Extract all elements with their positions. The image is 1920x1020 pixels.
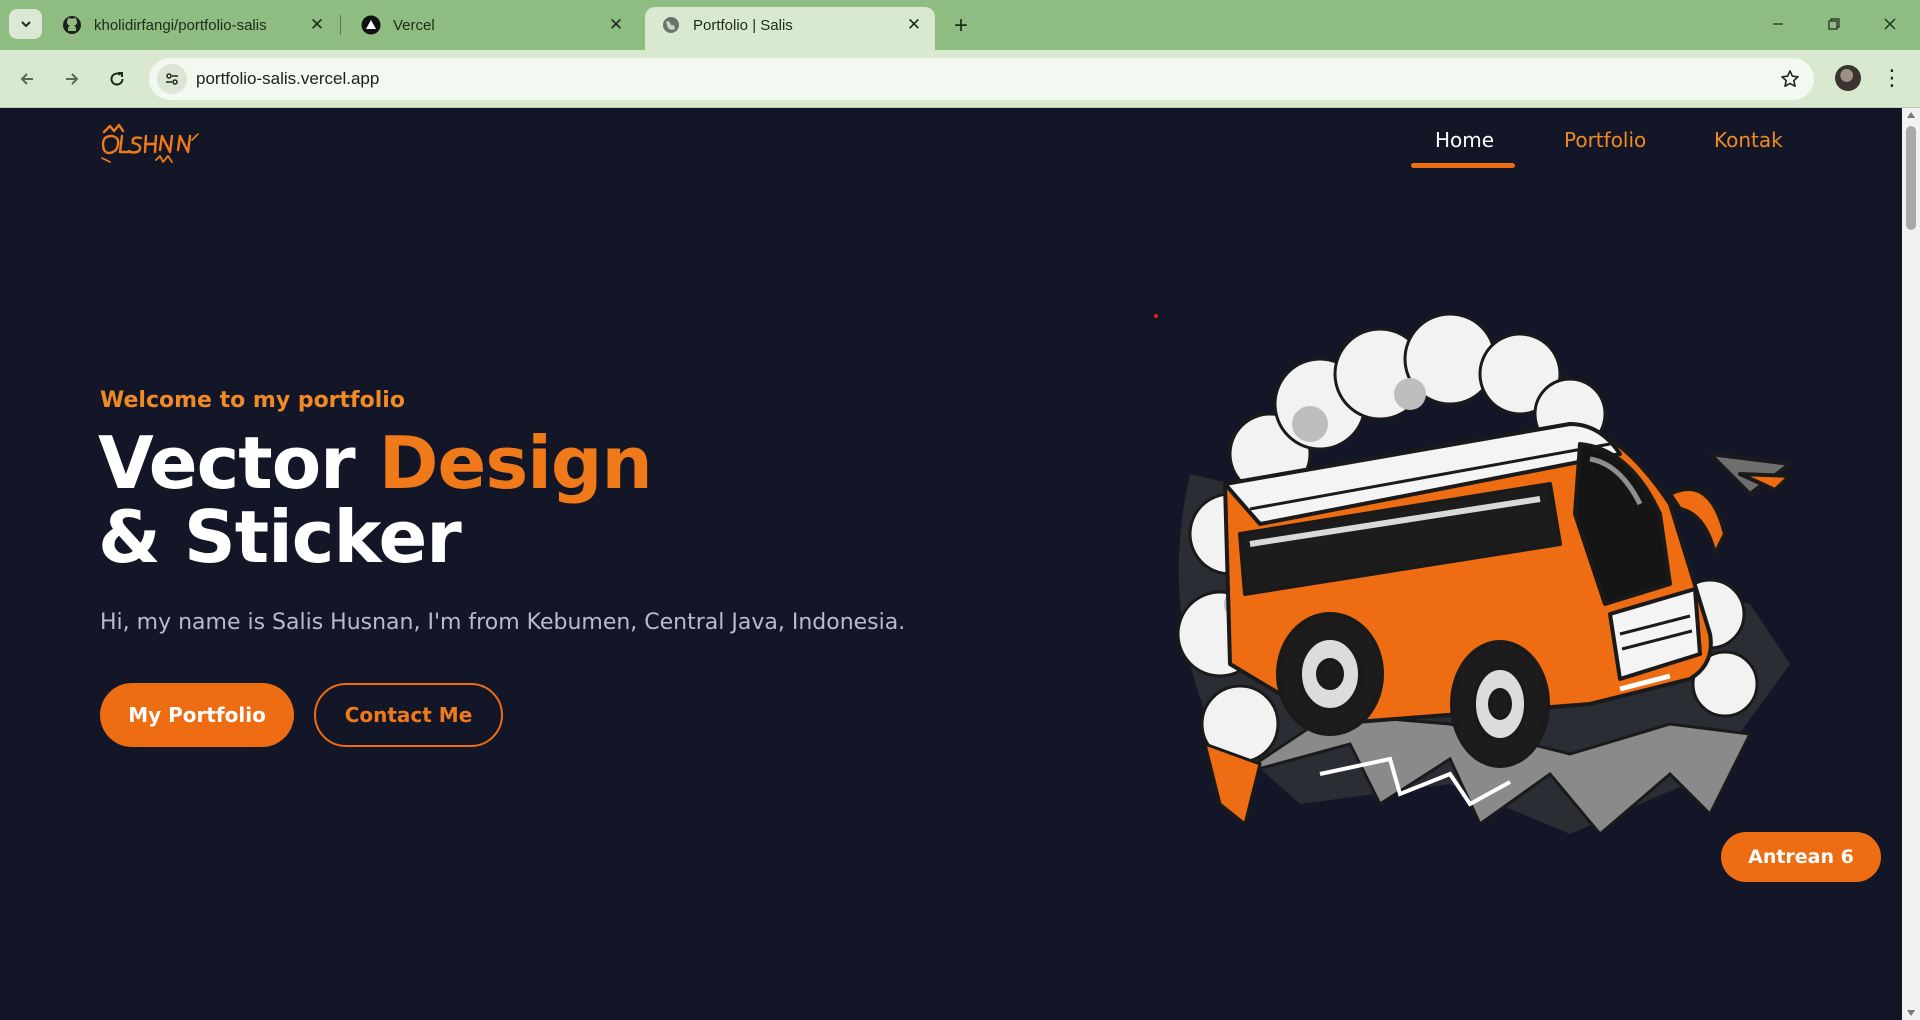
close-icon[interactable]: ✕ (304, 12, 330, 38)
hero-intro: Hi, my name is Salis Husnan, I'm from Ke… (100, 610, 906, 635)
github-icon (62, 15, 82, 35)
queue-button[interactable]: Antrean 6 (1721, 832, 1881, 882)
minimize-button[interactable] (1750, 0, 1805, 48)
tab-search-button[interactable] (9, 9, 42, 39)
tab-title: Portfolio | Salis (693, 16, 793, 34)
site-logo[interactable] (98, 120, 202, 170)
tab-separator (340, 15, 341, 35)
tab-github[interactable]: kholidirfangi/portfolio-salis ✕ (46, 7, 338, 43)
url-text[interactable]: portfolio-salis.vercel.app (196, 69, 379, 89)
nav-home[interactable]: Home (1435, 128, 1494, 152)
site-info-button[interactable] (157, 64, 187, 94)
address-bar[interactable]: portfolio-salis.vercel.app (149, 58, 1814, 100)
page-viewport: Home Portfolio Kontak Welcome to my port… (0, 108, 1902, 1020)
back-button[interactable] (9, 61, 45, 97)
nav-portfolio[interactable]: Portfolio (1564, 128, 1646, 152)
arrow-left-icon (20, 73, 33, 85)
menu-kebab-icon[interactable]: ⋮ (1880, 63, 1904, 93)
headline-part: Vector (98, 421, 379, 505)
browser-tab-bar: kholidirfangi/portfolio-salis ✕ Vercel ✕… (0, 0, 1920, 50)
tab-title: Vercel (393, 16, 435, 34)
scroll-up-arrow-icon[interactable] (1907, 112, 1915, 118)
tune-icon (166, 73, 178, 85)
restore-icon (1827, 18, 1840, 30)
close-icon[interactable]: ✕ (901, 12, 927, 38)
arrow-right-icon (66, 73, 79, 85)
browser-toolbar: portfolio-salis.vercel.app ⋮ (0, 50, 1920, 108)
nav-active-indicator (1411, 163, 1515, 168)
nav-kontak[interactable]: Kontak (1714, 128, 1783, 152)
bookmark-star-icon[interactable] (1778, 67, 1802, 91)
minimize-icon (1772, 23, 1783, 25)
close-window-button[interactable] (1862, 0, 1917, 48)
vercel-icon (361, 15, 381, 35)
new-tab-button[interactable]: + (946, 11, 976, 41)
reload-icon (110, 72, 124, 86)
restore-button[interactable] (1806, 0, 1861, 48)
tab-vercel[interactable]: Vercel ✕ (345, 7, 637, 43)
scroll-thumb[interactable] (1906, 126, 1916, 230)
reload-button[interactable] (99, 61, 135, 97)
bus-illustration (1176, 312, 1792, 837)
my-portfolio-button[interactable]: My Portfolio (100, 683, 294, 747)
tab-portfolio-active[interactable]: Portfolio | Salis ✕ (645, 7, 935, 50)
close-icon (1884, 18, 1895, 30)
hero-headline: Vector Design & Sticker (98, 426, 653, 574)
headline-accent: Design (378, 421, 653, 505)
chevron-down-icon (20, 21, 31, 28)
globe-icon (661, 15, 681, 35)
contact-me-button[interactable]: Contact Me (314, 683, 503, 747)
tab-title: kholidirfangi/portfolio-salis (94, 16, 267, 34)
scroll-down-arrow-icon[interactable] (1907, 1010, 1915, 1016)
close-icon[interactable]: ✕ (603, 12, 629, 38)
headline-line2: & Sticker (98, 495, 462, 579)
page-scrollbar[interactable] (1902, 108, 1920, 1020)
hero-welcome: Welcome to my portfolio (100, 388, 405, 413)
profile-avatar[interactable] (1835, 65, 1861, 91)
forward-button[interactable] (54, 61, 90, 97)
